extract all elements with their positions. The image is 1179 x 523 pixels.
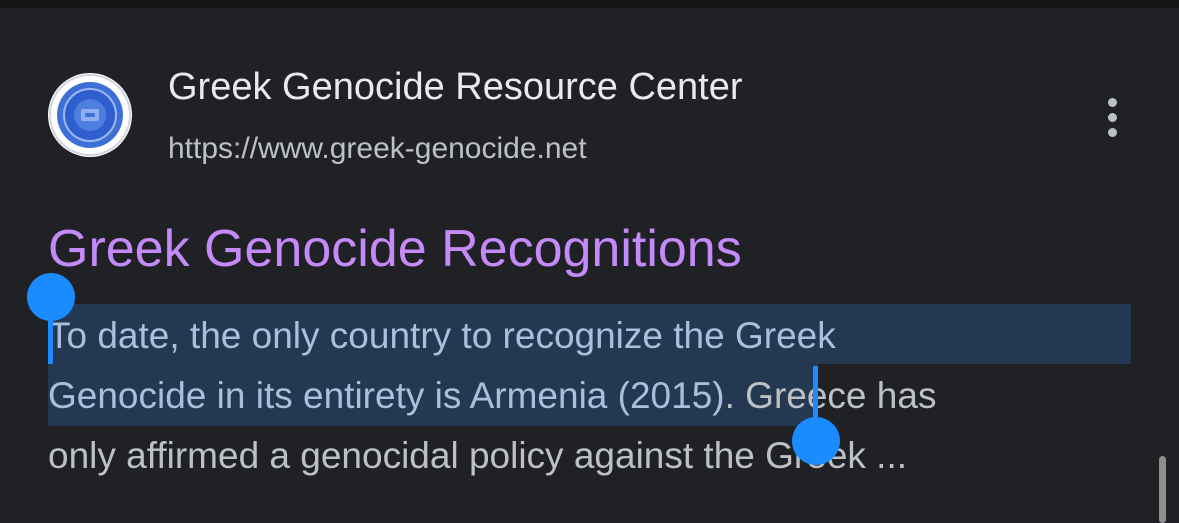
snippet-line: only affirmed a genocidal policy against… [48, 426, 907, 486]
selection-end-handle[interactable] [792, 417, 840, 465]
selection-end-caret [813, 366, 818, 424]
snippet-text: . Greece has [724, 375, 937, 416]
snippet-selected-text: To date, the only country to recognize t… [48, 315, 836, 356]
top-divider-bar [0, 0, 1179, 8]
site-name[interactable]: Greek Genocide Resource Center [168, 64, 743, 110]
more-options-button[interactable] [1096, 94, 1130, 142]
result-title-link[interactable]: Greek Genocide Recognitions [48, 218, 742, 280]
site-url[interactable]: https://www.greek-genocide.net [168, 130, 587, 168]
selection-start-handle[interactable] [27, 273, 75, 321]
scrollbar-thumb[interactable] [1159, 456, 1166, 523]
site-favicon-icon[interactable] [48, 73, 132, 157]
snippet-line: To date, the only country to recognize t… [48, 306, 836, 366]
more-vert-icon-dot-bottom [1108, 128, 1117, 137]
snippet-selected-text: Genocide in its entirety is Armenia (201… [48, 375, 725, 416]
snippet-text: only affirmed a genocidal policy against… [48, 435, 908, 476]
more-vert-icon-dot-middle [1108, 113, 1117, 122]
more-vert-icon-dot-top [1108, 98, 1117, 107]
snippet-line: Genocide in its entirety is Armenia (201… [48, 366, 936, 426]
